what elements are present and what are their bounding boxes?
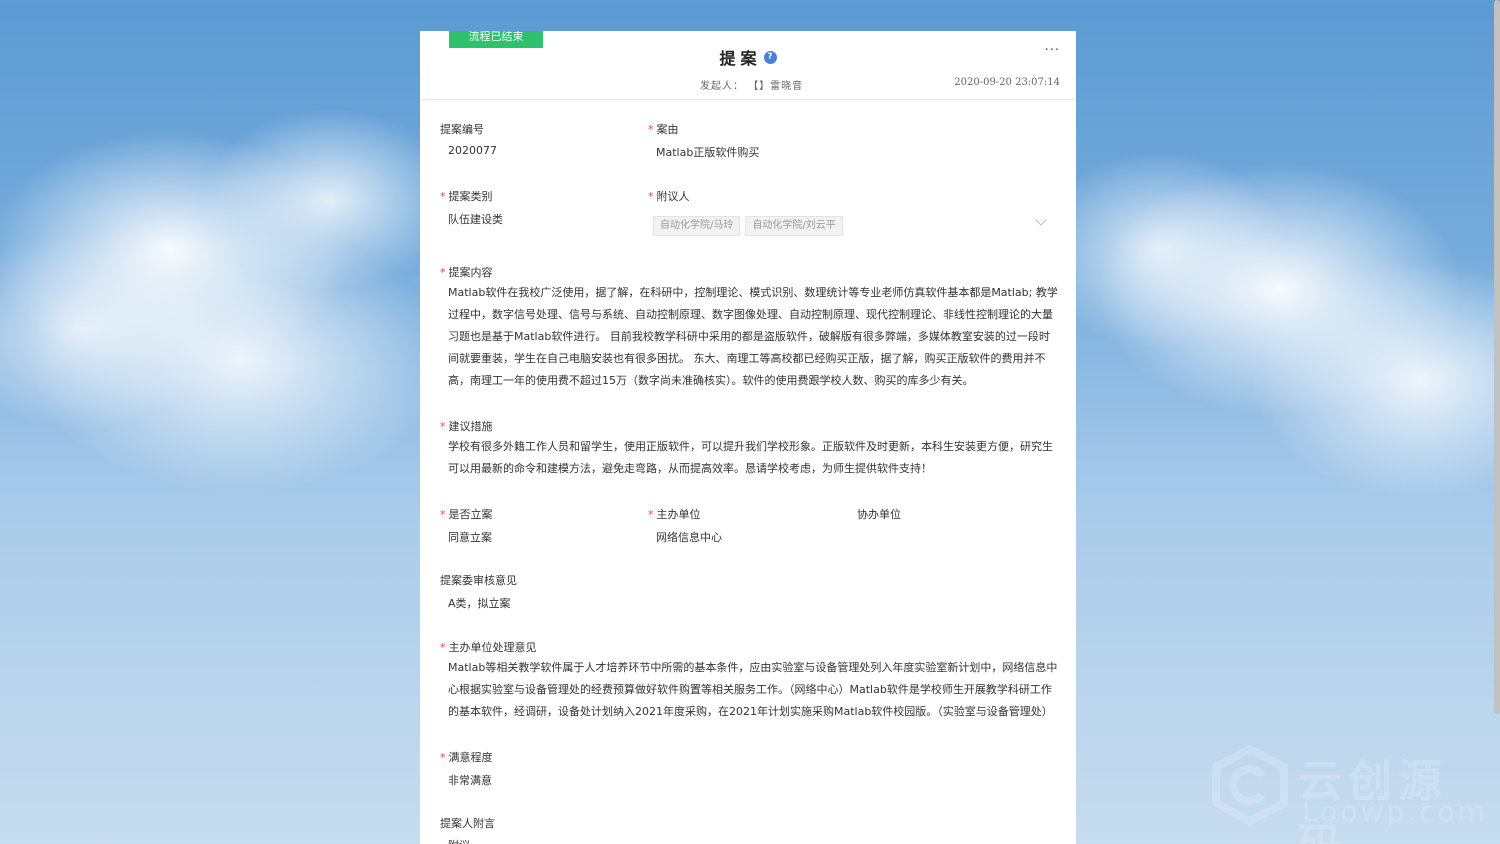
more-icon[interactable]: ··· xyxy=(1045,43,1060,58)
status-badge: 流程已结束 xyxy=(449,31,543,48)
required-mark: * xyxy=(440,420,446,433)
category-value: 队伍建设类 xyxy=(448,213,503,226)
required-mark: * xyxy=(440,190,446,203)
watermark-domain: Loowp.com xyxy=(1302,795,1488,828)
host-opinion-value: Matlab等相关教学软件属于人才培养环节中所需的基本条件，应由实验室与设备管理… xyxy=(448,661,1058,718)
required-mark: * xyxy=(440,641,446,654)
cause-value: Matlab正版软件购买 xyxy=(656,146,760,159)
watermark-logo-icon xyxy=(1212,745,1288,825)
required-mark: * xyxy=(440,266,446,279)
required-mark: * xyxy=(648,123,654,136)
page-scrollbar[interactable] xyxy=(1494,0,1500,714)
initiator-label: 发起人： xyxy=(700,81,744,92)
postscript-label: 提案人附言 xyxy=(440,817,495,830)
host-unit-value: 网络信息中心 xyxy=(656,531,722,544)
initiator-name: 【】雷晓音 xyxy=(748,81,804,92)
required-mark: * xyxy=(440,751,446,764)
title-wrap: 提案 ? xyxy=(420,45,1076,69)
proposal-no-value: 2020077 xyxy=(448,144,497,157)
cause-label: * 案由 xyxy=(648,123,679,136)
filed-value: 同意立案 xyxy=(448,531,492,544)
category-label: * 提案类别 xyxy=(440,190,493,203)
cosigner-tag: 自动化学院/马玲 xyxy=(653,216,741,236)
initiator: 发起人： 【】雷晓音 xyxy=(700,77,803,92)
measures-value: 学校有很多外籍工作人员和留学生，使用正版软件，可以提升我们学校形象。正版软件及时… xyxy=(448,440,1053,475)
filed-label: * 是否立案 xyxy=(440,508,493,521)
content-label: * 提案内容 xyxy=(440,266,493,279)
satisfaction-label: * 满意程度 xyxy=(440,751,493,764)
assist-unit-label: 协办单位 xyxy=(857,508,901,521)
chevron-down-icon[interactable] xyxy=(1035,214,1047,226)
measures-label: * 建议措施 xyxy=(440,420,493,433)
host-unit-label: * 主办单位 xyxy=(648,508,701,521)
committee-opinion-value: A类，拟立案 xyxy=(448,597,511,610)
committee-opinion-label: 提案委审核意见 xyxy=(440,574,517,587)
proposal-no-label: 提案编号 xyxy=(440,123,484,136)
page-title: 提案 xyxy=(719,49,762,68)
cosigners-select[interactable]: 自动化学院/马玲 自动化学院/刘云平 xyxy=(653,213,848,236)
required-mark: * xyxy=(648,508,654,521)
satisfaction-value: 非常满意 xyxy=(448,774,492,787)
postscript-value: 附议 xyxy=(448,837,470,844)
required-mark: * xyxy=(440,508,446,521)
help-icon[interactable]: ? xyxy=(763,50,777,64)
cosigner-tag: 自动化学院/刘云平 xyxy=(745,216,843,236)
required-mark: * xyxy=(648,190,654,203)
content-value: Matlab软件在我校广泛使用，据了解，在科研中，控制理论、模式识别、数理统计等… xyxy=(448,286,1058,387)
submit-datetime: 2020-09-20 23:07:14 xyxy=(954,77,1060,88)
host-opinion-label: * 主办单位处理意见 xyxy=(440,641,537,654)
watermark: 云创源码 Loowp.com xyxy=(1210,745,1490,844)
cosigners-label: * 附议人 xyxy=(648,190,690,203)
proposal-card: 提案 ? ··· 发起人： 【】雷晓音 2020-09-20 23:07:14 … xyxy=(420,31,1076,844)
